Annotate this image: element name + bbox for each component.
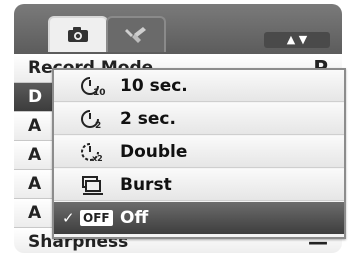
self-timer-10-icon: 10 — [80, 75, 120, 97]
menu-row-label: A — [28, 116, 42, 136]
svg-text:10: 10 — [93, 88, 106, 97]
menu-row-label: A — [28, 145, 42, 165]
tab-setup[interactable] — [106, 16, 166, 52]
tab-camera[interactable] — [48, 16, 108, 52]
option-label: 10 sec. — [120, 75, 188, 96]
option-2-sec[interactable]: 2 2 sec. — [54, 103, 344, 135]
menu-header: ▲ ▼ — [14, 4, 342, 54]
camera-menu-screen: ▲ ▼ Record Mode P D A A A A Sharpness — — [0, 0, 353, 257]
option-burst[interactable]: Burst — [54, 169, 344, 201]
self-timer-2-icon: 2 — [80, 108, 120, 130]
svg-text:2: 2 — [95, 121, 101, 130]
menu-row-label: A — [28, 203, 42, 223]
option-label: Double — [120, 141, 188, 162]
option-10-sec[interactable]: 10 10 sec. — [54, 70, 344, 102]
self-timer-double-icon: x2 — [80, 141, 120, 163]
burst-icon — [80, 174, 120, 196]
scroll-arrows[interactable]: ▲ ▼ — [264, 32, 330, 48]
option-label: Burst — [120, 174, 172, 195]
option-double[interactable]: x2 Double — [54, 136, 344, 168]
menu-row-label: D — [28, 87, 43, 107]
drive-mode-popup: 10 10 sec. 2 2 sec. x2 Double Burst ✓ OF… — [52, 68, 346, 239]
check-mark-icon: ✓ — [62, 209, 75, 227]
off-icon: OFF — [80, 210, 120, 226]
option-label: 2 sec. — [120, 108, 176, 129]
off-badge: OFF — [80, 210, 113, 226]
menu-row-label: A — [28, 174, 42, 194]
wrench-icon — [125, 27, 146, 43]
option-label: Off — [120, 208, 149, 228]
option-off[interactable]: ✓ OFF Off — [54, 202, 344, 234]
camera-icon — [68, 27, 88, 42]
svg-text:x2: x2 — [92, 154, 103, 163]
